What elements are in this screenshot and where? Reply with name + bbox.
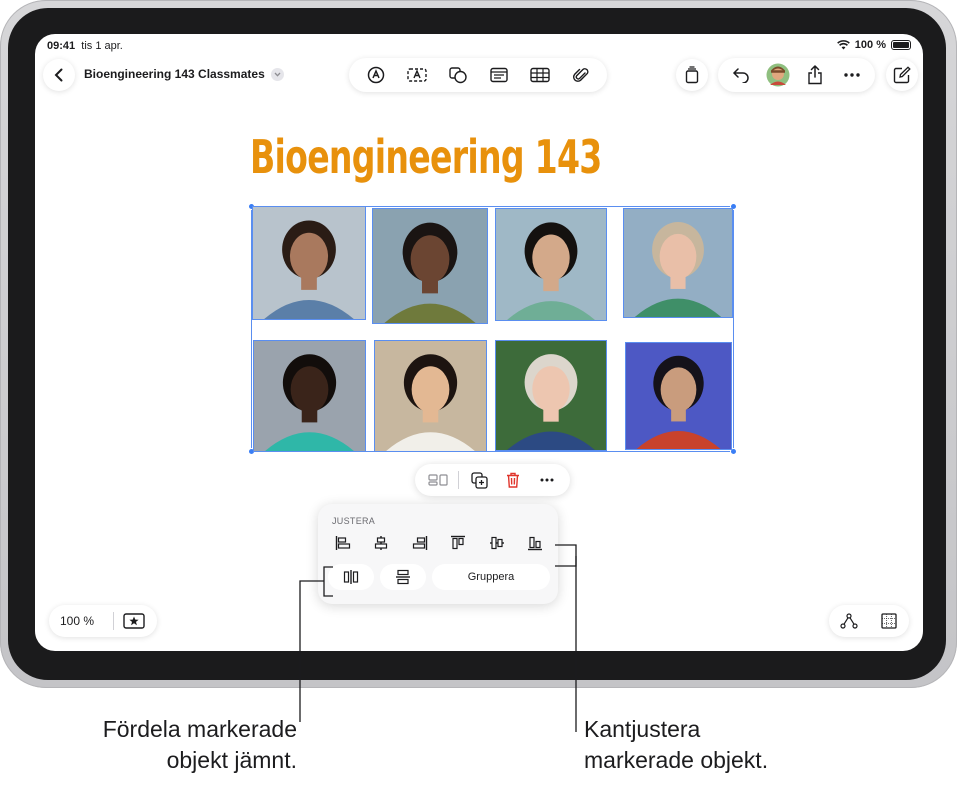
undo-icon [732, 68, 749, 83]
callout-align: Kantjustera markerade objekt. [584, 714, 844, 776]
undo-button[interactable] [727, 61, 755, 89]
title-menu-chevron[interactable] [270, 67, 284, 81]
status-time: 09:41 tis 1 apr. [47, 40, 123, 52]
text-box-button[interactable] [403, 61, 431, 89]
status-bar: 09:41 tis 1 apr. 100 % [35, 34, 923, 58]
document-title-text: Bioengineering 143 Classmates [84, 67, 265, 81]
classmate-photo[interactable] [495, 208, 607, 321]
grid-icon [881, 613, 897, 629]
connection-lines-button[interactable] [835, 607, 863, 635]
align-center-button[interactable] [366, 531, 396, 555]
battery-percent: 100 % [854, 39, 886, 51]
callout-distribute: Fördela markerade objekt jämnt. [30, 714, 297, 776]
duplicate-button[interactable] [465, 466, 493, 494]
view-options-toolbar [829, 605, 909, 637]
align-top-button[interactable] [443, 531, 473, 555]
delete-button[interactable] [499, 466, 527, 494]
align-top-icon [451, 535, 466, 550]
align-left-icon [335, 536, 351, 550]
compose-icon [893, 66, 911, 84]
sticky-note-icon [489, 67, 508, 83]
align-bottom-icon [527, 536, 542, 551]
ellipsis-icon [540, 478, 554, 482]
new-board-button[interactable] [886, 59, 918, 91]
board-heading[interactable]: Bioengineering 143 [250, 130, 602, 184]
shapes-icon [448, 67, 467, 84]
chevron-down-icon [274, 72, 281, 77]
align-middle-icon [489, 536, 504, 550]
connectors-icon [840, 613, 858, 629]
table-icon [529, 67, 550, 83]
sticky-note-button[interactable] [485, 61, 513, 89]
callout-distribute-line1: Fördela markerade [102, 716, 297, 742]
align-right-button[interactable] [405, 531, 435, 555]
classmate-photo[interactable] [374, 340, 487, 452]
selection-context-bar [415, 464, 570, 496]
library-button[interactable] [676, 59, 708, 91]
wifi-icon [836, 40, 850, 50]
callout-distribute-line2: objekt jämnt. [166, 747, 297, 773]
zoom-control: 100 % [49, 605, 157, 637]
classmate-photo[interactable] [252, 206, 366, 320]
chevron-left-icon [54, 68, 63, 82]
pen-circle-icon [367, 66, 384, 84]
share-button[interactable] [801, 61, 829, 89]
distribute-options-row: Gruppera [328, 564, 550, 592]
document-title[interactable]: Bioengineering 143 Classmates [84, 67, 284, 81]
classmate-photo[interactable] [372, 208, 488, 324]
align-center-icon [375, 536, 388, 550]
ipad-screen: 09:41 tis 1 apr. 100 % Bioengineering 14… [35, 34, 923, 651]
align-middle-button[interactable] [482, 531, 512, 555]
table-button[interactable] [526, 61, 554, 89]
grid-toggle-button[interactable] [875, 607, 903, 635]
pen-tool-button[interactable] [362, 61, 390, 89]
page: 09:41 tis 1 apr. 100 % Bioengineering 14… [0, 0, 960, 787]
callout-align-line1: Kantjustera [584, 716, 701, 742]
align-popover-header: JUSTERA [332, 516, 376, 526]
zoom-level[interactable]: 100 % [49, 614, 113, 628]
distribute-horizontal-icon [343, 570, 359, 584]
context-more-button[interactable] [533, 466, 561, 494]
avatar-icon [766, 63, 790, 87]
insert-toolbar [349, 58, 607, 92]
callout-align-line2: markerade objekt. [584, 747, 769, 773]
classmate-photo[interactable] [623, 208, 733, 318]
status-right: 100 % [836, 39, 911, 51]
align-left-button[interactable] [328, 531, 358, 555]
text-box-icon [406, 68, 427, 82]
collaborator-avatar[interactable] [764, 61, 792, 89]
distribute-vertical-icon [396, 569, 410, 585]
ellipsis-icon [844, 73, 861, 77]
align-bottom-button[interactable] [520, 531, 550, 555]
battery-icon [891, 40, 911, 50]
distribute-horizontally-button[interactable] [328, 564, 374, 590]
share-icon [808, 65, 822, 85]
shapes-button[interactable] [444, 61, 472, 89]
context-bar-separator [458, 471, 459, 489]
actions-toolbar [718, 58, 875, 92]
distribute-vertically-button[interactable] [380, 564, 426, 590]
group-button[interactable]: Gruppera [432, 564, 550, 590]
more-button[interactable] [838, 61, 866, 89]
classmate-photo[interactable] [253, 340, 366, 452]
stack-icon [685, 66, 699, 84]
trash-icon [507, 472, 519, 488]
arrange-icon [428, 474, 448, 486]
align-options-row [328, 531, 550, 555]
favorite-view-button[interactable] [114, 607, 154, 635]
back-button[interactable] [43, 59, 75, 91]
arrange-button[interactable] [424, 466, 452, 494]
align-popover: JUSTERA Gruppera [318, 504, 558, 604]
star-box-icon [123, 613, 145, 629]
classmate-photo[interactable] [495, 340, 607, 451]
paperclip-icon [572, 68, 588, 82]
duplicate-icon [470, 471, 488, 489]
attachment-button[interactable] [567, 61, 595, 89]
align-right-icon [412, 536, 427, 550]
classmate-photo[interactable] [625, 342, 732, 450]
